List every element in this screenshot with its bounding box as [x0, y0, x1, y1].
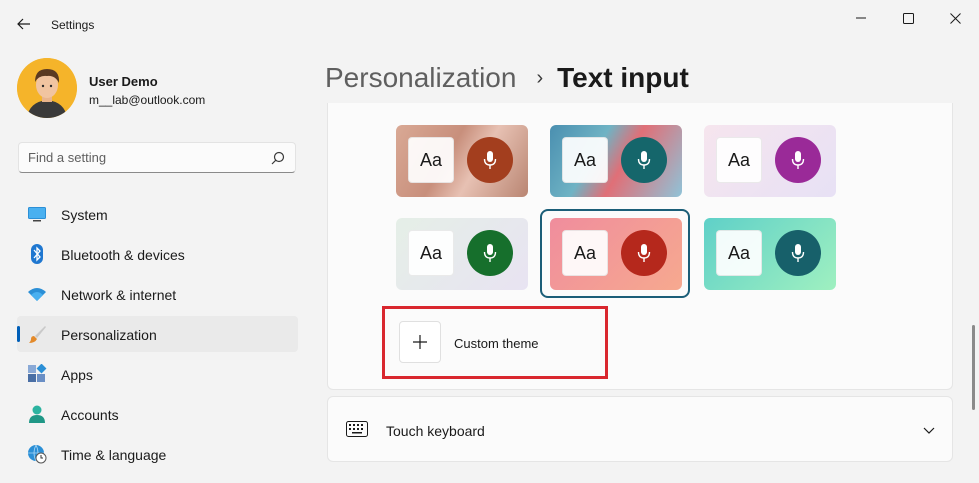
microphone-icon [467, 230, 513, 276]
page-title: Text input [557, 62, 689, 93]
active-indicator [17, 326, 20, 342]
back-arrow-icon [17, 18, 30, 30]
theme-sample-text: Aa [408, 137, 454, 183]
chevron-down-icon[interactable] [922, 423, 936, 437]
breadcrumb-parent[interactable]: Personalization [325, 62, 516, 94]
sidebar-item-label: Accounts [61, 407, 119, 423]
close-button[interactable] [932, 6, 978, 30]
back-button[interactable] [12, 12, 36, 36]
search-icon[interactable] [271, 151, 285, 165]
monitor-icon [28, 207, 46, 222]
sidebar-item-apps[interactable]: Apps [17, 356, 298, 392]
search-box[interactable] [18, 142, 296, 173]
bluetooth-icon [31, 244, 43, 264]
theme-card[interactable]: Aa [704, 218, 836, 290]
theme-sample-text: Aa [716, 137, 762, 183]
sidebar-item-label: Personalization [61, 327, 157, 343]
theme-card[interactable]: Aa [396, 125, 528, 197]
sidebar-item-bluetooth[interactable]: Bluetooth & devices [17, 236, 298, 272]
microphone-icon [621, 137, 667, 183]
theme-card[interactable]: Aa [396, 218, 528, 290]
theme-sample-text: Aa [408, 230, 454, 276]
custom-theme-label[interactable]: Custom theme [454, 336, 539, 351]
touch-keyboard-label: Touch keyboard [386, 423, 485, 439]
sidebar-item-accounts[interactable]: Accounts [17, 396, 298, 432]
close-icon [949, 12, 961, 24]
microphone-icon [467, 137, 513, 183]
theme-card[interactable]: Aa [550, 125, 682, 197]
search-input[interactable] [28, 143, 268, 172]
scrollbar-thumb[interactable] [972, 325, 975, 410]
sidebar-item-label: Time & language [61, 447, 167, 463]
maximize-icon [902, 12, 914, 24]
selected-theme-ring [540, 209, 690, 298]
wifi-icon [28, 288, 46, 301]
breadcrumb-separator: › [536, 66, 544, 89]
sidebar-item-label: Apps [61, 367, 93, 383]
sidebar-item-time-language[interactable]: Time & language [17, 436, 298, 472]
sidebar-item-network[interactable]: Network & internet [17, 276, 298, 312]
paintbrush-icon [29, 326, 46, 343]
avatar[interactable] [17, 58, 77, 118]
sidebar-item-label: System [61, 207, 108, 223]
avatar-image [17, 58, 77, 118]
sidebar-item-label: Network & internet [61, 287, 177, 303]
app-title: Settings [51, 18, 95, 32]
breadcrumb: Personalization › Text input [325, 58, 689, 98]
minimize-button[interactable] [838, 6, 884, 30]
plus-icon [413, 335, 427, 349]
user-email: m__lab@outlook.com [89, 93, 206, 107]
user-name: User Demo [89, 74, 158, 89]
microphone-icon [775, 230, 821, 276]
touch-keyboard-row[interactable]: Touch keyboard [327, 396, 953, 462]
sidebar-item-label: Bluetooth & devices [61, 247, 185, 263]
sidebar-item-system[interactable]: System [17, 196, 298, 232]
sidebar-item-personalization[interactable]: Personalization [17, 316, 298, 352]
custom-theme-button[interactable] [399, 321, 441, 363]
microphone-icon [775, 137, 821, 183]
globe-clock-icon [28, 444, 47, 464]
theme-sample-text: Aa [562, 137, 608, 183]
title-bar: Settings [0, 0, 979, 48]
theme-card[interactable]: Aa [704, 125, 836, 197]
sidebar-nav: System Bluetooth & devices Network & int… [17, 196, 298, 476]
theme-sample-text: Aa [716, 230, 762, 276]
person-icon [29, 405, 45, 423]
apps-icon [28, 364, 47, 382]
maximize-button[interactable] [885, 6, 931, 30]
keyboard-icon [346, 421, 368, 437]
minimize-icon [856, 17, 866, 19]
